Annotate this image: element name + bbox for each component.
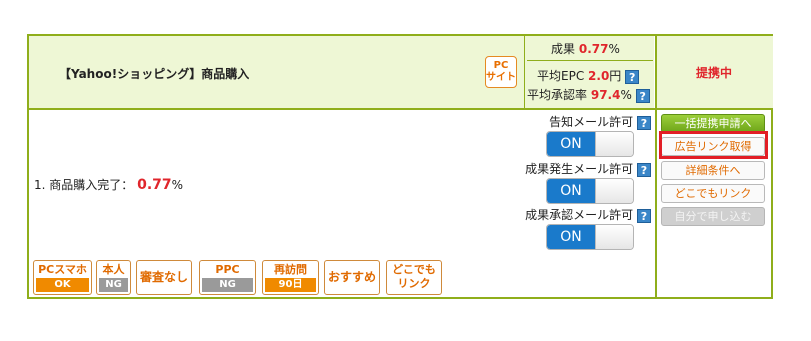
tag-ppc: PPC NG (199, 260, 256, 295)
tag-anywhere-link: どこでも リンク (386, 260, 442, 295)
tag-recommended: おすすめ (324, 260, 380, 295)
result-mail-toggle[interactable]: ON (546, 178, 634, 204)
partnership-status: 提携中 (695, 66, 732, 80)
toggle-knob (595, 179, 633, 203)
tag-self-purchase: 本人 NG (96, 260, 131, 295)
program-title: 【Yahoo!ショッピング】商品購入 (59, 67, 250, 81)
result-mail-label: 成果発生メール許可 ? (525, 160, 651, 177)
result-rate: 成果 0.77% (551, 42, 620, 56)
notice-mail-toggle-state: ON (547, 132, 595, 156)
details-button[interactable]: 詳細条件へ (661, 161, 765, 180)
approval-mail-label: 成果承認メール許可 ? (525, 206, 651, 223)
pc-badge-line1: PC (493, 60, 509, 71)
toggle-knob (595, 225, 633, 249)
program-card: 【Yahoo!ショッピング】商品購入 PC サイト 成果 0.77% 平均EPC… (27, 34, 773, 299)
stats-panel: 成果 0.77% 平均EPC 2.0円 ? 平均承認率 97.4% ? (524, 36, 654, 108)
notice-mail-label: 告知メール許可 ? (549, 113, 651, 130)
result-mail-toggle-state: ON (547, 179, 595, 203)
approval-mail-toggle[interactable]: ON (546, 224, 634, 250)
toggle-knob (595, 132, 633, 156)
result-mail-help-icon[interactable]: ? (637, 162, 651, 177)
approval-mail-help-icon[interactable]: ? (637, 208, 651, 223)
approval-help-icon[interactable]: ? (635, 88, 650, 103)
tag-revisit: 再訪問 90日 (262, 260, 319, 295)
notice-mail-toggle[interactable]: ON (546, 131, 634, 157)
pc-site-badge: PC サイト (485, 56, 517, 88)
epc-help-icon[interactable]: ? (625, 69, 640, 84)
self-apply-button: 自分で申し込む (661, 207, 765, 226)
average-approval-rate: 平均承認率 97.4% ? (527, 86, 650, 103)
stats-divider (527, 60, 653, 61)
average-epc: 平均EPC 2.0円 ? (537, 67, 640, 84)
program-header: 【Yahoo!ショッピング】商品購入 PC サイト (29, 36, 524, 108)
anywhere-link-button[interactable]: どこでもリンク (661, 184, 765, 203)
header-divider (29, 108, 771, 110)
tag-pc-smartphone: PCスマホ OK (33, 260, 92, 295)
highlight-box (659, 131, 768, 159)
approval-mail-toggle-state: ON (547, 225, 595, 249)
notice-mail-help-icon[interactable]: ? (637, 115, 651, 130)
tag-no-review: 審査なし (136, 260, 192, 295)
column-divider (655, 108, 657, 299)
pc-badge-line2: サイト (486, 72, 516, 83)
reward-condition: 1. 商品購入完了： 0.77% (34, 177, 184, 193)
